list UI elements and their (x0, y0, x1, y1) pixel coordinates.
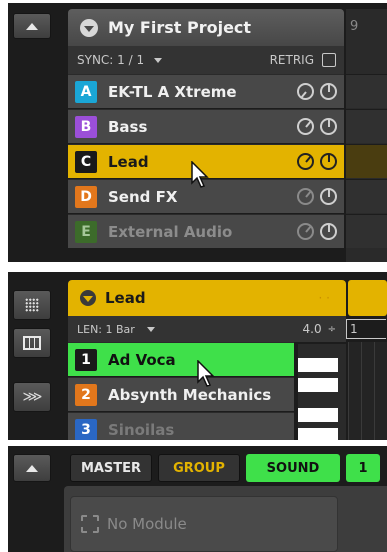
volume-knob-icon[interactable] (297, 153, 314, 170)
retrig-checkbox[interactable] (322, 53, 336, 67)
pattern-column: 9 (346, 9, 387, 262)
volume-knob-icon[interactable] (297, 188, 314, 205)
piano-roll-keys[interactable] (298, 344, 346, 440)
sound-name: Sinoilas (108, 420, 175, 439)
group-menu-icon[interactable] (80, 290, 96, 306)
power-knob-icon[interactable] (320, 118, 337, 135)
position-field[interactable]: 1 (346, 319, 386, 339)
sound-number-badge: 3 (75, 418, 97, 440)
tab-master[interactable]: MASTER (70, 454, 152, 482)
group-slot-e[interactable]: E External Audio (68, 214, 344, 248)
module-slot[interactable]: No Module (70, 496, 338, 552)
tab-group[interactable]: GROUP (158, 454, 240, 482)
sync-selector[interactable]: SYNC: 1 / 1 (77, 53, 144, 67)
drag-handle-icon[interactable]: · · (319, 291, 330, 305)
group-list-panel: My First Project SYNC: 1 / 1 RETRIG A EK… (8, 3, 387, 262)
power-knob-icon[interactable] (320, 153, 337, 170)
waveform-icon: ⋙ (22, 389, 43, 405)
group-slot-a[interactable]: A EK-TL A Xtreme (68, 74, 344, 108)
group-title: Lead (105, 289, 146, 307)
group-letter-badge: C (75, 150, 97, 173)
waveform-view-button[interactable]: ⋙ (13, 382, 51, 412)
sync-bar: SYNC: 1 / 1 RETRIG (68, 46, 344, 74)
power-knob-icon[interactable] (320, 188, 337, 205)
length-bar: LEN: 1 Bar 4.0 ÷ 1 (68, 316, 386, 342)
retrig-label: RETRIG (269, 53, 314, 67)
sound-number-tab[interactable]: 1 (346, 454, 380, 482)
sound-list-panel: ⋙ Lead · · LEN: 1 Bar 4.0 ÷ 1 1 Ad Voca … (8, 272, 387, 440)
sound-number-badge: 2 (75, 383, 97, 406)
length-selector[interactable]: LEN: 1 Bar (77, 323, 135, 336)
project-header[interactable]: My First Project (68, 9, 344, 46)
sound-slot-3[interactable]: 3 Sinoilas (68, 412, 294, 440)
group-letter-badge: E (75, 220, 97, 243)
arrow-up-icon (26, 22, 38, 30)
project-title: My First Project (108, 18, 252, 37)
power-knob-icon[interactable] (320, 223, 337, 240)
empty-module-icon (81, 515, 99, 533)
group-name: EK-TL A Xtreme (108, 82, 237, 101)
group-slot-b[interactable]: B Bass (68, 109, 344, 143)
zoom-value[interactable]: 4.0 (303, 322, 322, 336)
group-letter-badge: D (75, 185, 97, 208)
group-header[interactable]: Lead · · (68, 280, 346, 316)
group-name: Bass (108, 117, 148, 136)
collapse-panel-button[interactable] (13, 454, 51, 482)
group-name: Send FX (108, 187, 178, 206)
project-menu-icon[interactable] (80, 18, 98, 37)
sound-name: Absynth Mechanics (108, 385, 272, 404)
tab-sound[interactable]: SOUND (246, 454, 340, 482)
volume-knob-icon[interactable] (297, 118, 314, 135)
sound-number-badge: 1 (75, 348, 97, 371)
group-letter-badge: B (75, 115, 97, 138)
grid-icon (25, 298, 39, 312)
sound-name: Ad Voca (108, 350, 176, 369)
volume-knob-icon[interactable] (297, 223, 314, 240)
pattern-header-block (348, 280, 387, 316)
keyboard-view-button[interactable] (13, 328, 51, 358)
group-letter-badge: A (75, 80, 97, 103)
volume-knob-icon[interactable] (297, 83, 314, 100)
grid-view-button[interactable] (13, 290, 51, 320)
length-dropdown-icon[interactable] (146, 326, 155, 332)
arrow-up-icon (26, 464, 38, 472)
zoom-spinner-icon[interactable]: ÷ (328, 324, 336, 335)
keyboard-icon (23, 336, 41, 350)
module-placeholder: No Module (107, 515, 187, 533)
group-name: Lead (108, 152, 149, 171)
sync-dropdown-icon[interactable] (154, 57, 163, 63)
sound-slot-1[interactable]: 1 Ad Voca (68, 342, 294, 376)
group-name: External Audio (108, 222, 233, 241)
column-number: 9 (350, 19, 359, 34)
collapse-panel-button[interactable] (13, 13, 51, 39)
power-knob-icon[interactable] (320, 83, 337, 100)
module-panel: MASTER GROUP SOUND 1 No Module (8, 446, 387, 552)
piano-roll-grid[interactable] (348, 342, 387, 440)
sound-slot-2[interactable]: 2 Absynth Mechanics (68, 377, 294, 411)
